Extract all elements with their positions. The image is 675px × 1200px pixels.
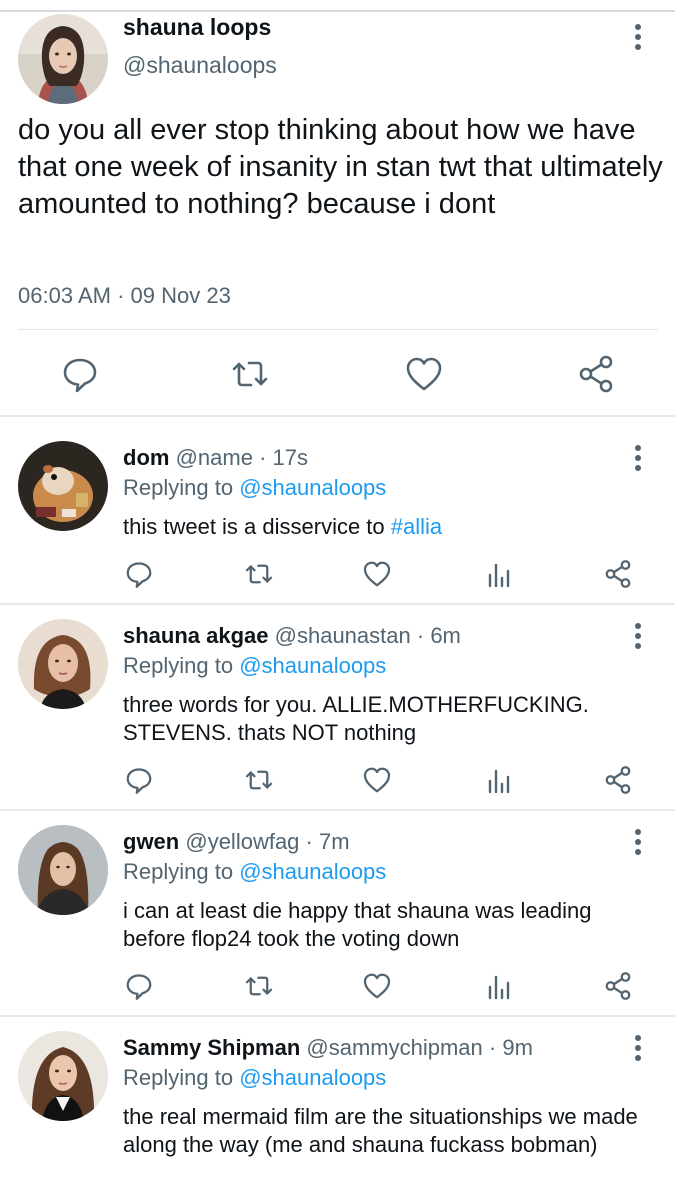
display-name[interactable]: shauna loops: [123, 14, 271, 41]
dot-separator: ·: [305, 829, 313, 854]
analytics-icon[interactable]: [484, 559, 514, 589]
tweet-timestamp: 06:03 AM · 09 Nov 23: [18, 283, 231, 309]
tweet-time: 06:03 AM: [18, 283, 111, 308]
reply-time: 9m: [502, 1035, 533, 1060]
reply-tweet[interactable]: gwen @yellowfag · 7m Replying to @shauna…: [0, 811, 675, 1015]
share-icon[interactable]: [603, 559, 633, 589]
more-options-icon[interactable]: [626, 22, 650, 52]
replying-to-link[interactable]: @shaunaloops: [239, 653, 386, 678]
avatar[interactable]: [18, 441, 108, 531]
reply-header: dom @name · 17s: [123, 445, 308, 471]
divider: [18, 329, 658, 330]
like-icon[interactable]: [362, 559, 392, 589]
like-icon[interactable]: [404, 354, 444, 394]
user-handle[interactable]: @yellowfag: [185, 829, 299, 854]
share-icon[interactable]: [576, 354, 616, 394]
share-icon[interactable]: [603, 765, 633, 795]
avatar[interactable]: [18, 1031, 108, 1121]
replying-to-link[interactable]: @shaunaloops: [239, 475, 386, 500]
more-options-icon[interactable]: [626, 1033, 650, 1063]
hashtag-link[interactable]: #allia: [391, 514, 442, 539]
reply-icon[interactable]: [60, 354, 100, 394]
more-options-icon[interactable]: [626, 621, 650, 651]
analytics-icon[interactable]: [484, 765, 514, 795]
avatar[interactable]: [18, 14, 108, 104]
reply-icon[interactable]: [124, 971, 154, 1001]
replying-prefix: Replying to: [123, 475, 240, 500]
replying-to: Replying to @shaunaloops: [123, 1065, 386, 1091]
reply-time: 7m: [319, 829, 350, 854]
dot-separator: ·: [259, 445, 267, 470]
display-name[interactable]: gwen: [123, 829, 179, 854]
replying-to-link[interactable]: @shaunaloops: [239, 1065, 386, 1090]
retweet-icon[interactable]: [244, 765, 274, 795]
user-handle[interactable]: @sammychipman: [306, 1035, 482, 1060]
retweet-icon[interactable]: [230, 354, 270, 394]
dot-separator: ·: [416, 623, 425, 648]
share-icon[interactable]: [603, 971, 633, 1001]
reply-text: the real mermaid film are the situations…: [123, 1104, 638, 1157]
user-handle[interactable]: @name: [176, 445, 253, 470]
reply-tweet[interactable]: dom @name · 17s Replying to @shaunaloops…: [0, 417, 675, 603]
reply-header: Sammy Shipman @sammychipman · 9m: [123, 1035, 533, 1061]
replying-to: Replying to @shaunaloops: [123, 859, 386, 885]
like-icon[interactable]: [362, 971, 392, 1001]
display-name[interactable]: Sammy Shipman: [123, 1035, 300, 1060]
tweet-text: do you all ever stop thinking about how …: [18, 114, 663, 220]
user-handle[interactable]: @shaunastan: [275, 623, 411, 648]
display-name[interactable]: shauna akgae: [123, 623, 269, 648]
retweet-icon[interactable]: [244, 559, 274, 589]
avatar[interactable]: [18, 825, 108, 915]
replying-to: Replying to @shaunaloops: [123, 475, 386, 501]
tweet-date: 09 Nov 23: [130, 283, 231, 308]
reply-icon[interactable]: [124, 559, 154, 589]
main-tweet: shauna loops @shaunaloops do you all eve…: [0, 0, 675, 417]
reply-text-body: this tweet is a disservice to: [123, 514, 391, 539]
meta-separator: ·: [117, 283, 125, 308]
display-name[interactable]: dom: [123, 445, 169, 470]
analytics-icon[interactable]: [484, 971, 514, 1001]
like-icon[interactable]: [362, 765, 392, 795]
user-handle[interactable]: @shaunaloops: [123, 52, 277, 79]
replying-prefix: Replying to: [123, 653, 240, 678]
more-options-icon[interactable]: [626, 827, 650, 857]
more-options-icon[interactable]: [626, 443, 650, 473]
reply-header: shauna akgae @shaunastan · 6m: [123, 623, 461, 649]
reply-text: three words for you. ALLIE.MOTHERFUCKING…: [123, 692, 589, 745]
reply-tweet[interactable]: Sammy Shipman @sammychipman · 9m Replyin…: [0, 1017, 675, 1200]
reply-tweet[interactable]: shauna akgae @shaunastan · 6m Replying t…: [0, 605, 675, 809]
avatar[interactable]: [18, 619, 108, 709]
replying-to-link[interactable]: @shaunaloops: [239, 859, 386, 884]
replying-prefix: Replying to: [123, 1065, 240, 1090]
dot-separator: ·: [488, 1035, 497, 1060]
retweet-icon[interactable]: [244, 971, 274, 1001]
reply-text: i can at least die happy that shauna was…: [123, 898, 592, 951]
reply-header: gwen @yellowfag · 7m: [123, 829, 350, 855]
replying-prefix: Replying to: [123, 859, 240, 884]
reply-time: 17s: [272, 445, 309, 470]
replying-to: Replying to @shaunaloops: [123, 653, 386, 679]
reply-text: this tweet is a disservice to #allia: [123, 513, 658, 541]
reply-icon[interactable]: [124, 765, 154, 795]
reply-time: 6m: [430, 623, 461, 648]
